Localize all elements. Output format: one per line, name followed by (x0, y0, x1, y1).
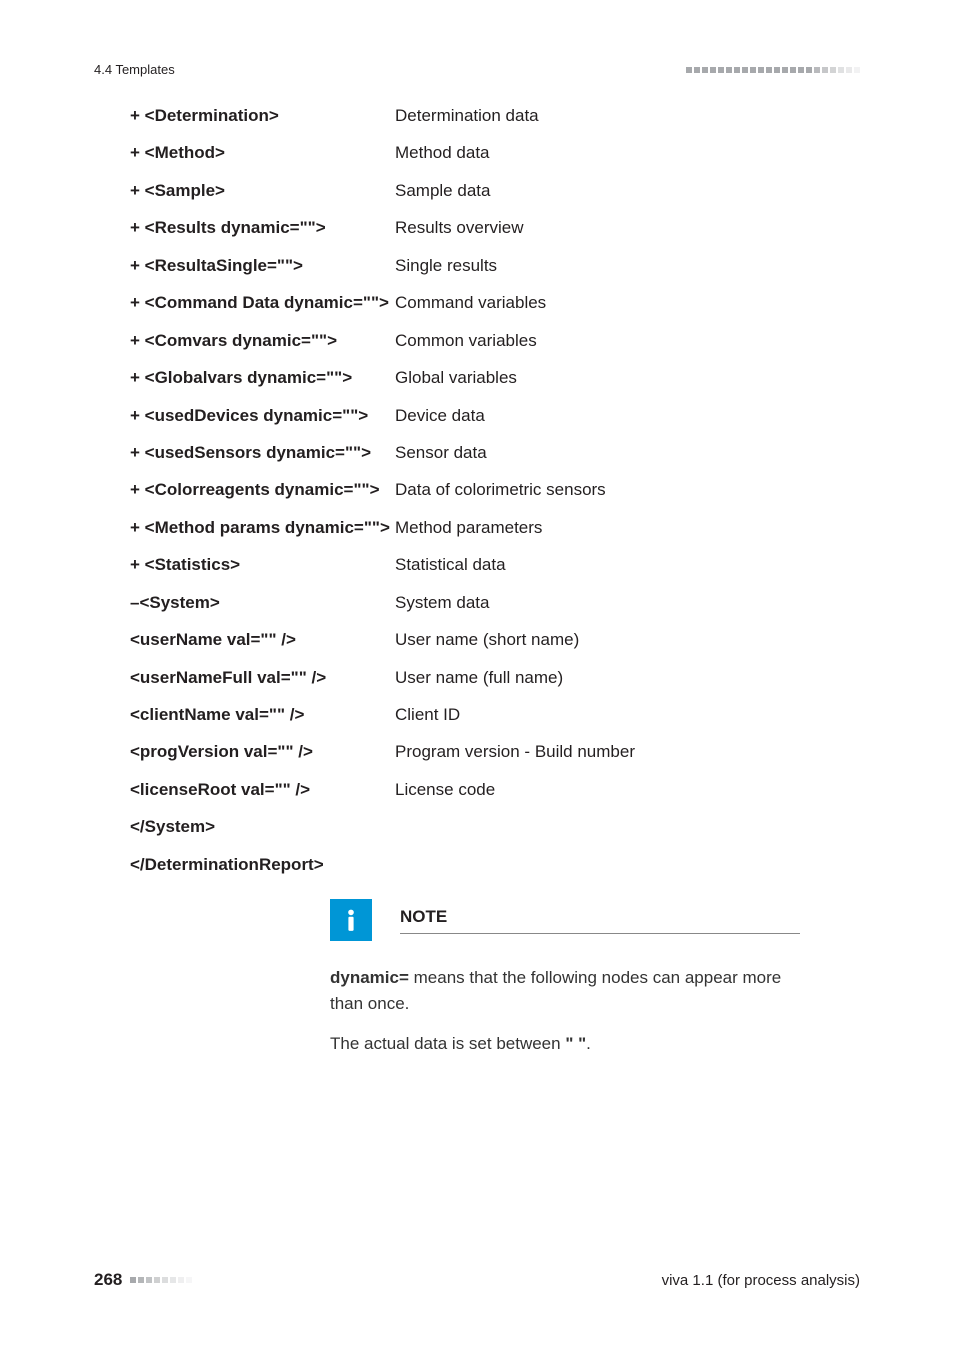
xml-description: Sample data (395, 180, 490, 203)
xml-tag: </System> (130, 816, 395, 839)
table-row: <clientName val="" />Client ID (130, 704, 860, 727)
xml-description: Results overview (395, 217, 524, 240)
table-row: + <Command Data dynamic="">Command varia… (130, 292, 860, 315)
xml-tag: <clientName val="" /> (130, 704, 395, 727)
xml-description: Global variables (395, 367, 517, 390)
page-number-block: 268 (94, 1270, 192, 1290)
table-row: </DeterminationReport> (130, 854, 860, 877)
header-decoration (686, 67, 860, 73)
xml-tag: + <Comvars dynamic=""> (130, 330, 395, 353)
table-row: –<System>System data (130, 592, 860, 615)
xml-tag: + <usedDevices dynamic=""> (130, 405, 395, 428)
table-row: + <ResultaSingle="">Single results (130, 255, 860, 278)
xml-tag: + <Determination> (130, 105, 395, 128)
section-label: 4.4 Templates (94, 62, 175, 77)
xml-description: Statistical data (395, 554, 506, 577)
xml-tag: + <Command Data dynamic=""> (130, 292, 395, 315)
info-icon (330, 899, 372, 941)
xml-description: Command variables (395, 292, 546, 315)
xml-tag: + <Method> (130, 142, 395, 165)
xml-description: Method parameters (395, 517, 542, 540)
table-row: + <Results dynamic="">Results overview (130, 217, 860, 240)
xml-description: Method data (395, 142, 490, 165)
xml-tag: + <ResultaSingle=""> (130, 255, 395, 278)
xml-tag: <licenseRoot val="" /> (130, 779, 395, 802)
xml-tag: <userName val="" /> (130, 629, 395, 652)
table-row: </System> (130, 816, 860, 839)
xml-description: Program version - Build number (395, 741, 635, 764)
table-row: + <Sample>Sample data (130, 180, 860, 203)
xml-description: Data of colorimetric sensors (395, 479, 606, 502)
table-row: + <Comvars dynamic="">Common variables (130, 330, 860, 353)
footer-text: viva 1.1 (for process analysis) (662, 1272, 860, 1289)
xml-description: Common variables (395, 330, 537, 353)
table-row: + <usedDevices dynamic="">Device data (130, 405, 860, 428)
table-row: <progVersion val="" />Program version - … (130, 741, 860, 764)
page-number: 268 (94, 1270, 122, 1290)
xml-description: Single results (395, 255, 497, 278)
xml-tag: + <Sample> (130, 180, 395, 203)
table-row: + <Statistics>Statistical data (130, 554, 860, 577)
note-bold-2: " " (565, 1034, 586, 1053)
table-row: + <Globalvars dynamic="">Global variable… (130, 367, 860, 390)
xml-description: User name (full name) (395, 667, 563, 690)
note-title-wrap: NOTE (400, 906, 800, 934)
table-row: + <Method params dynamic="">Method param… (130, 517, 860, 540)
xml-description: Client ID (395, 704, 460, 727)
table-row: + <usedSensors dynamic="">Sensor data (130, 442, 860, 465)
table-row: + <Colorreagents dynamic="">Data of colo… (130, 479, 860, 502)
xml-tag: + <Statistics> (130, 554, 395, 577)
note-block: NOTE dynamic= means that the following n… (330, 899, 800, 1058)
table-row: + <Method>Method data (130, 142, 860, 165)
xml-description: System data (395, 592, 490, 615)
table-row: <userNameFull val="" />User name (full n… (130, 667, 860, 690)
xml-tag: + <Colorreagents dynamic=""> (130, 479, 395, 502)
xml-tag: + <Method params dynamic=""> (130, 517, 395, 540)
note-body: dynamic= means that the following nodes … (330, 965, 800, 1058)
xml-description: Determination data (395, 105, 539, 128)
xml-tag: <userNameFull val="" /> (130, 667, 395, 690)
xml-description: Device data (395, 405, 485, 428)
note-title: NOTE (400, 907, 447, 926)
note-text-2b: . (586, 1034, 591, 1053)
table-row: <userName val="" />User name (short name… (130, 629, 860, 652)
page-footer: 268 viva 1.1 (for process analysis) (94, 1270, 860, 1290)
note-header: NOTE (330, 899, 800, 941)
page-header: 4.4 Templates (94, 62, 860, 77)
xml-tag: </DeterminationReport> (130, 854, 395, 877)
xml-description: License code (395, 779, 495, 802)
xml-tag: + <Results dynamic=""> (130, 217, 395, 240)
xml-tag: <progVersion val="" /> (130, 741, 395, 764)
xml-description: Sensor data (395, 442, 487, 465)
note-line-2: The actual data is set between " ". (330, 1031, 800, 1057)
xml-tag: –<System> (130, 592, 395, 615)
note-line-1: dynamic= means that the following nodes … (330, 965, 800, 1018)
xml-tag: + <usedSensors dynamic=""> (130, 442, 395, 465)
main-content: + <Determination>Determination data+ <Me… (130, 105, 860, 1072)
xml-tag: + <Globalvars dynamic=""> (130, 367, 395, 390)
table-row: <licenseRoot val="" />License code (130, 779, 860, 802)
table-row: + <Determination>Determination data (130, 105, 860, 128)
note-bold-1: dynamic= (330, 968, 409, 987)
note-text-2a: The actual data is set between (330, 1034, 565, 1053)
footer-decoration (130, 1277, 192, 1283)
xml-description: User name (short name) (395, 629, 579, 652)
